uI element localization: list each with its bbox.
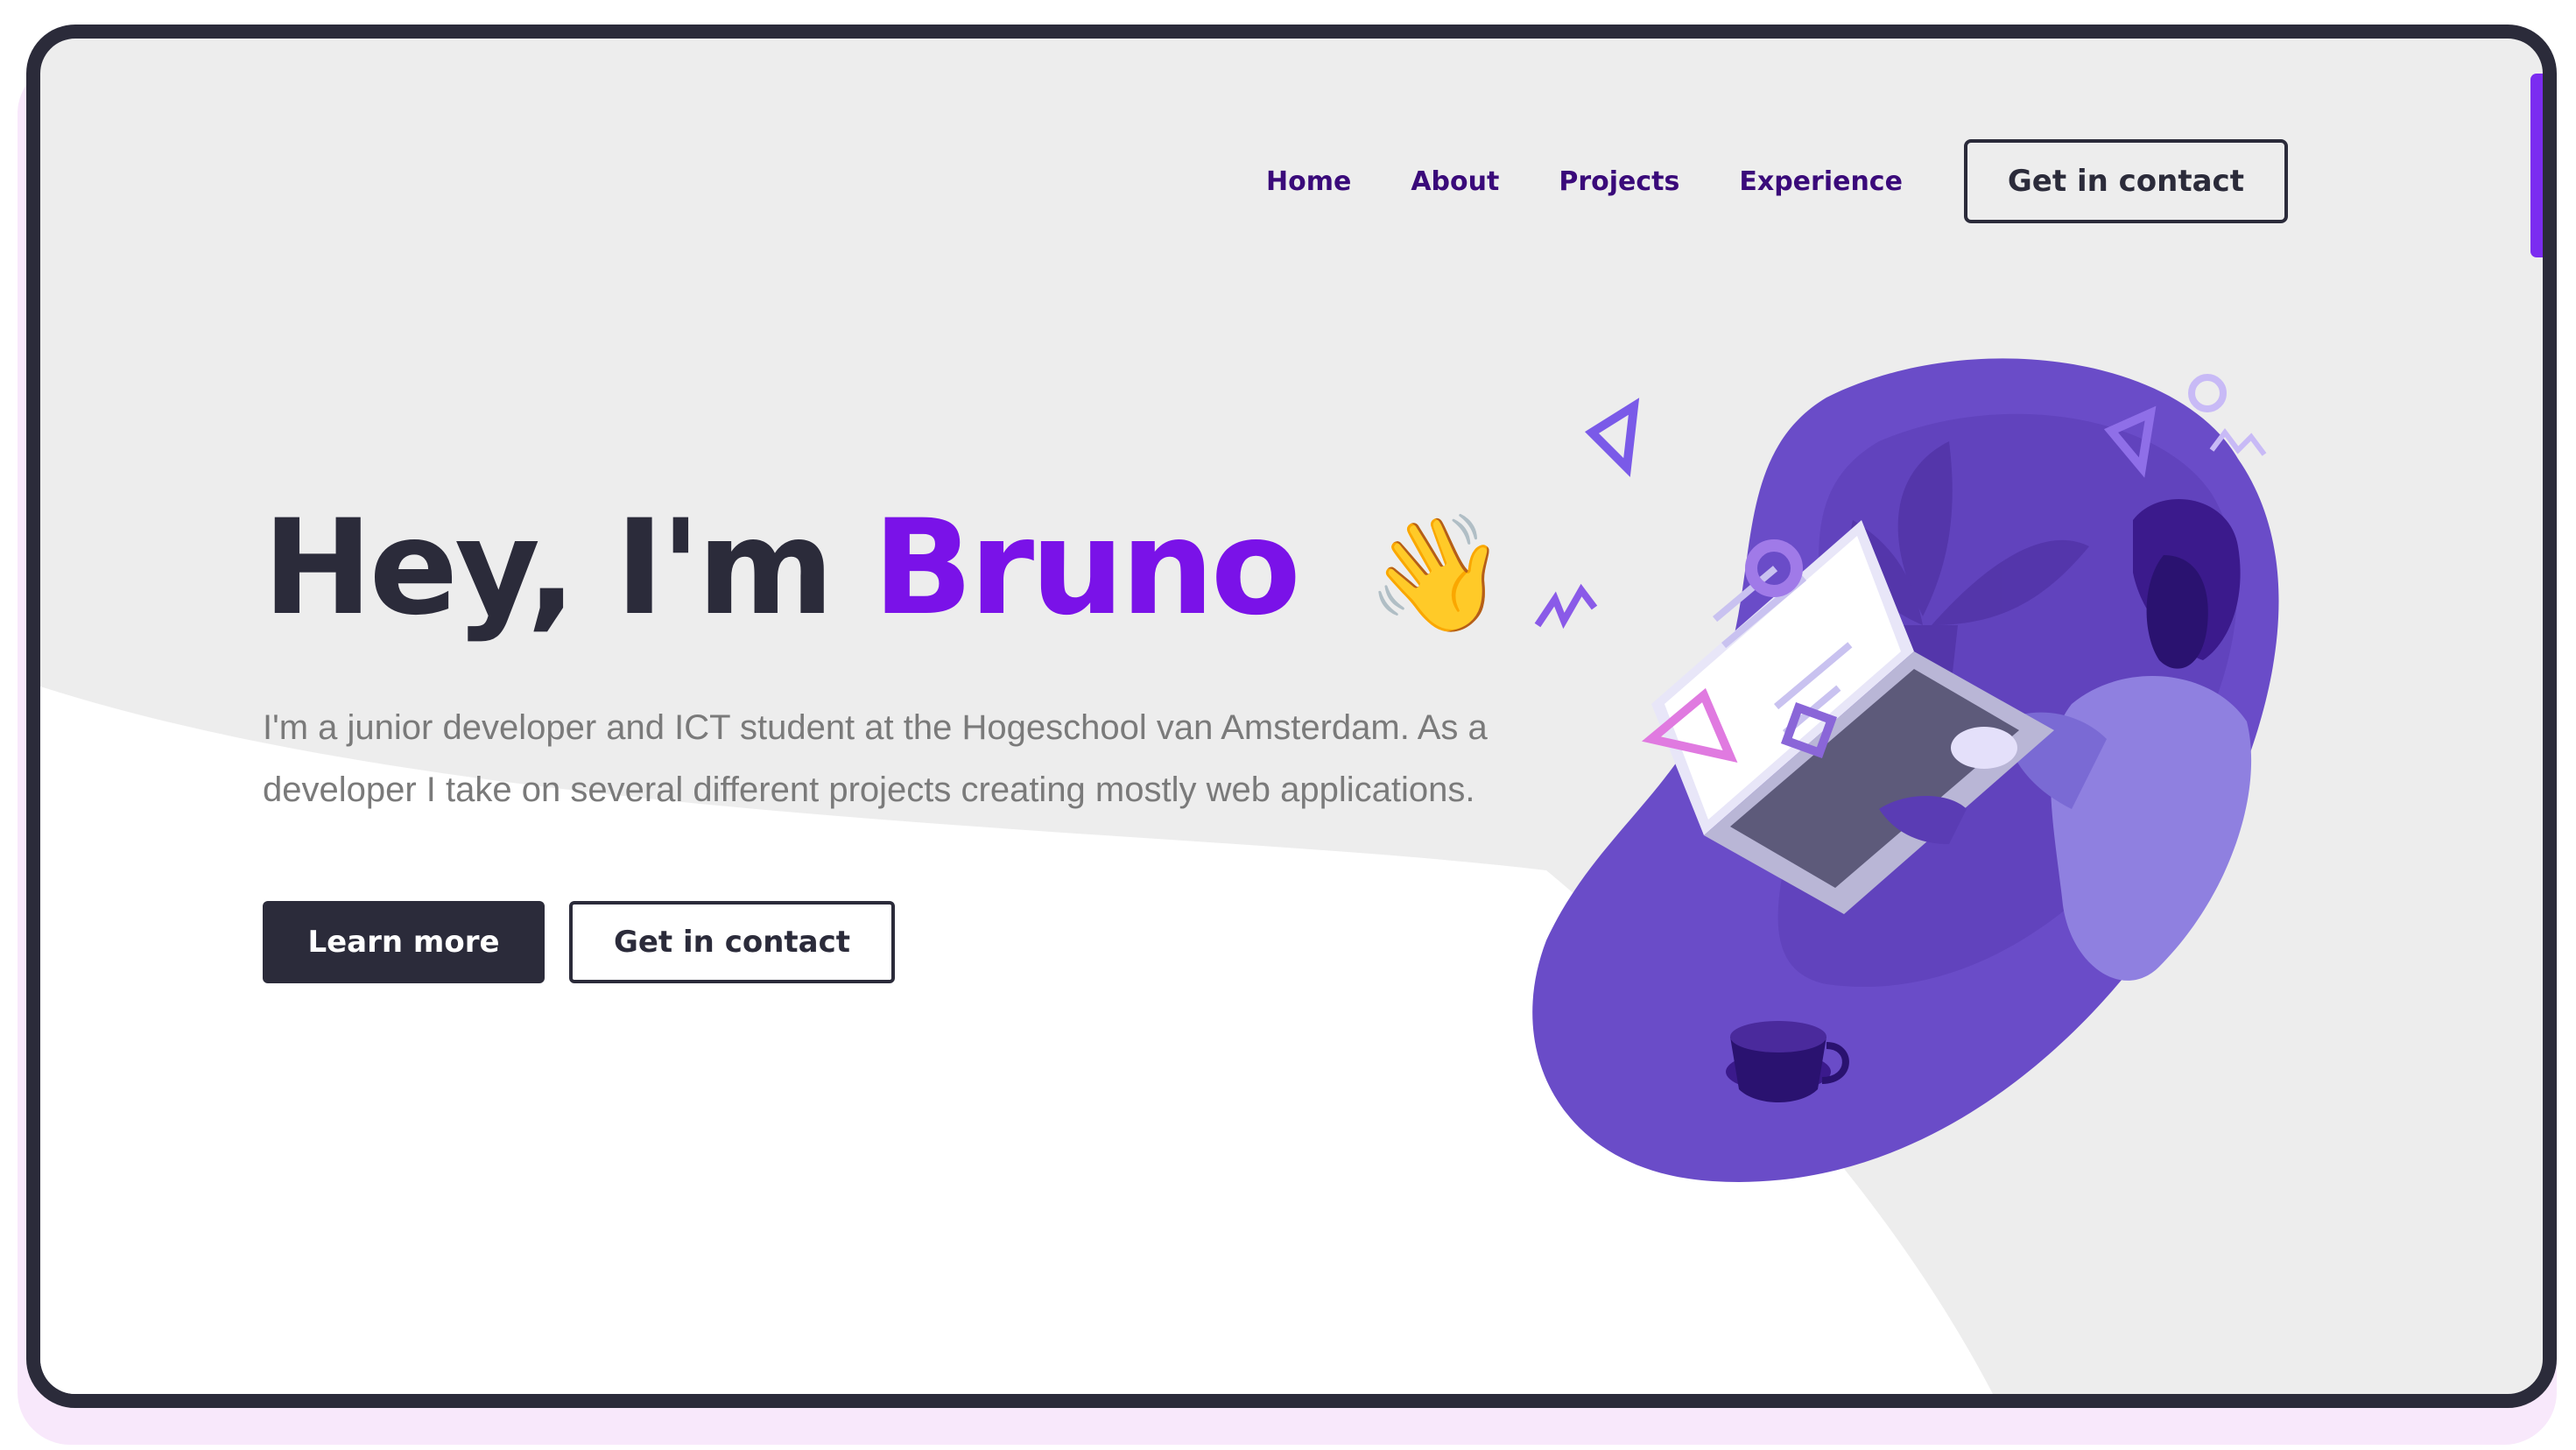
browser-frame: Home About Projects Experience Get in co…	[26, 25, 2557, 1408]
nav-link-projects[interactable]: Projects	[1559, 166, 1679, 197]
zigzag-decoration-icon	[1534, 583, 1598, 630]
hero-actions: Learn more Get in contact	[263, 901, 895, 983]
hero-name: Bruno	[872, 492, 1301, 644]
developer-illustration	[1532, 358, 2279, 1182]
hero-greeting: Hey, I'm	[263, 492, 834, 644]
hero-title: Hey, I'm Bruno 👋	[263, 503, 1508, 634]
nav-link-home[interactable]: Home	[1266, 166, 1351, 197]
nav-link-about[interactable]: About	[1411, 166, 1499, 197]
nav-contact-button[interactable]: Get in contact	[1963, 139, 2288, 223]
get-in-contact-button[interactable]: Get in contact	[569, 901, 895, 983]
circle-decoration-icon	[2188, 374, 2227, 412]
top-nav: Home About Projects Experience Get in co…	[1266, 139, 2288, 223]
nav-link-experience[interactable]: Experience	[1739, 166, 1903, 197]
waving-hand-icon: 👋	[1366, 507, 1508, 640]
triangle-decoration-icon	[1585, 398, 1640, 477]
mouse-icon	[1951, 727, 2017, 769]
scroll-indicator[interactable]	[2530, 74, 2543, 257]
hero-description: I'm a junior developer and ICT student a…	[263, 708, 1488, 809]
learn-more-button[interactable]: Learn more	[263, 901, 545, 983]
